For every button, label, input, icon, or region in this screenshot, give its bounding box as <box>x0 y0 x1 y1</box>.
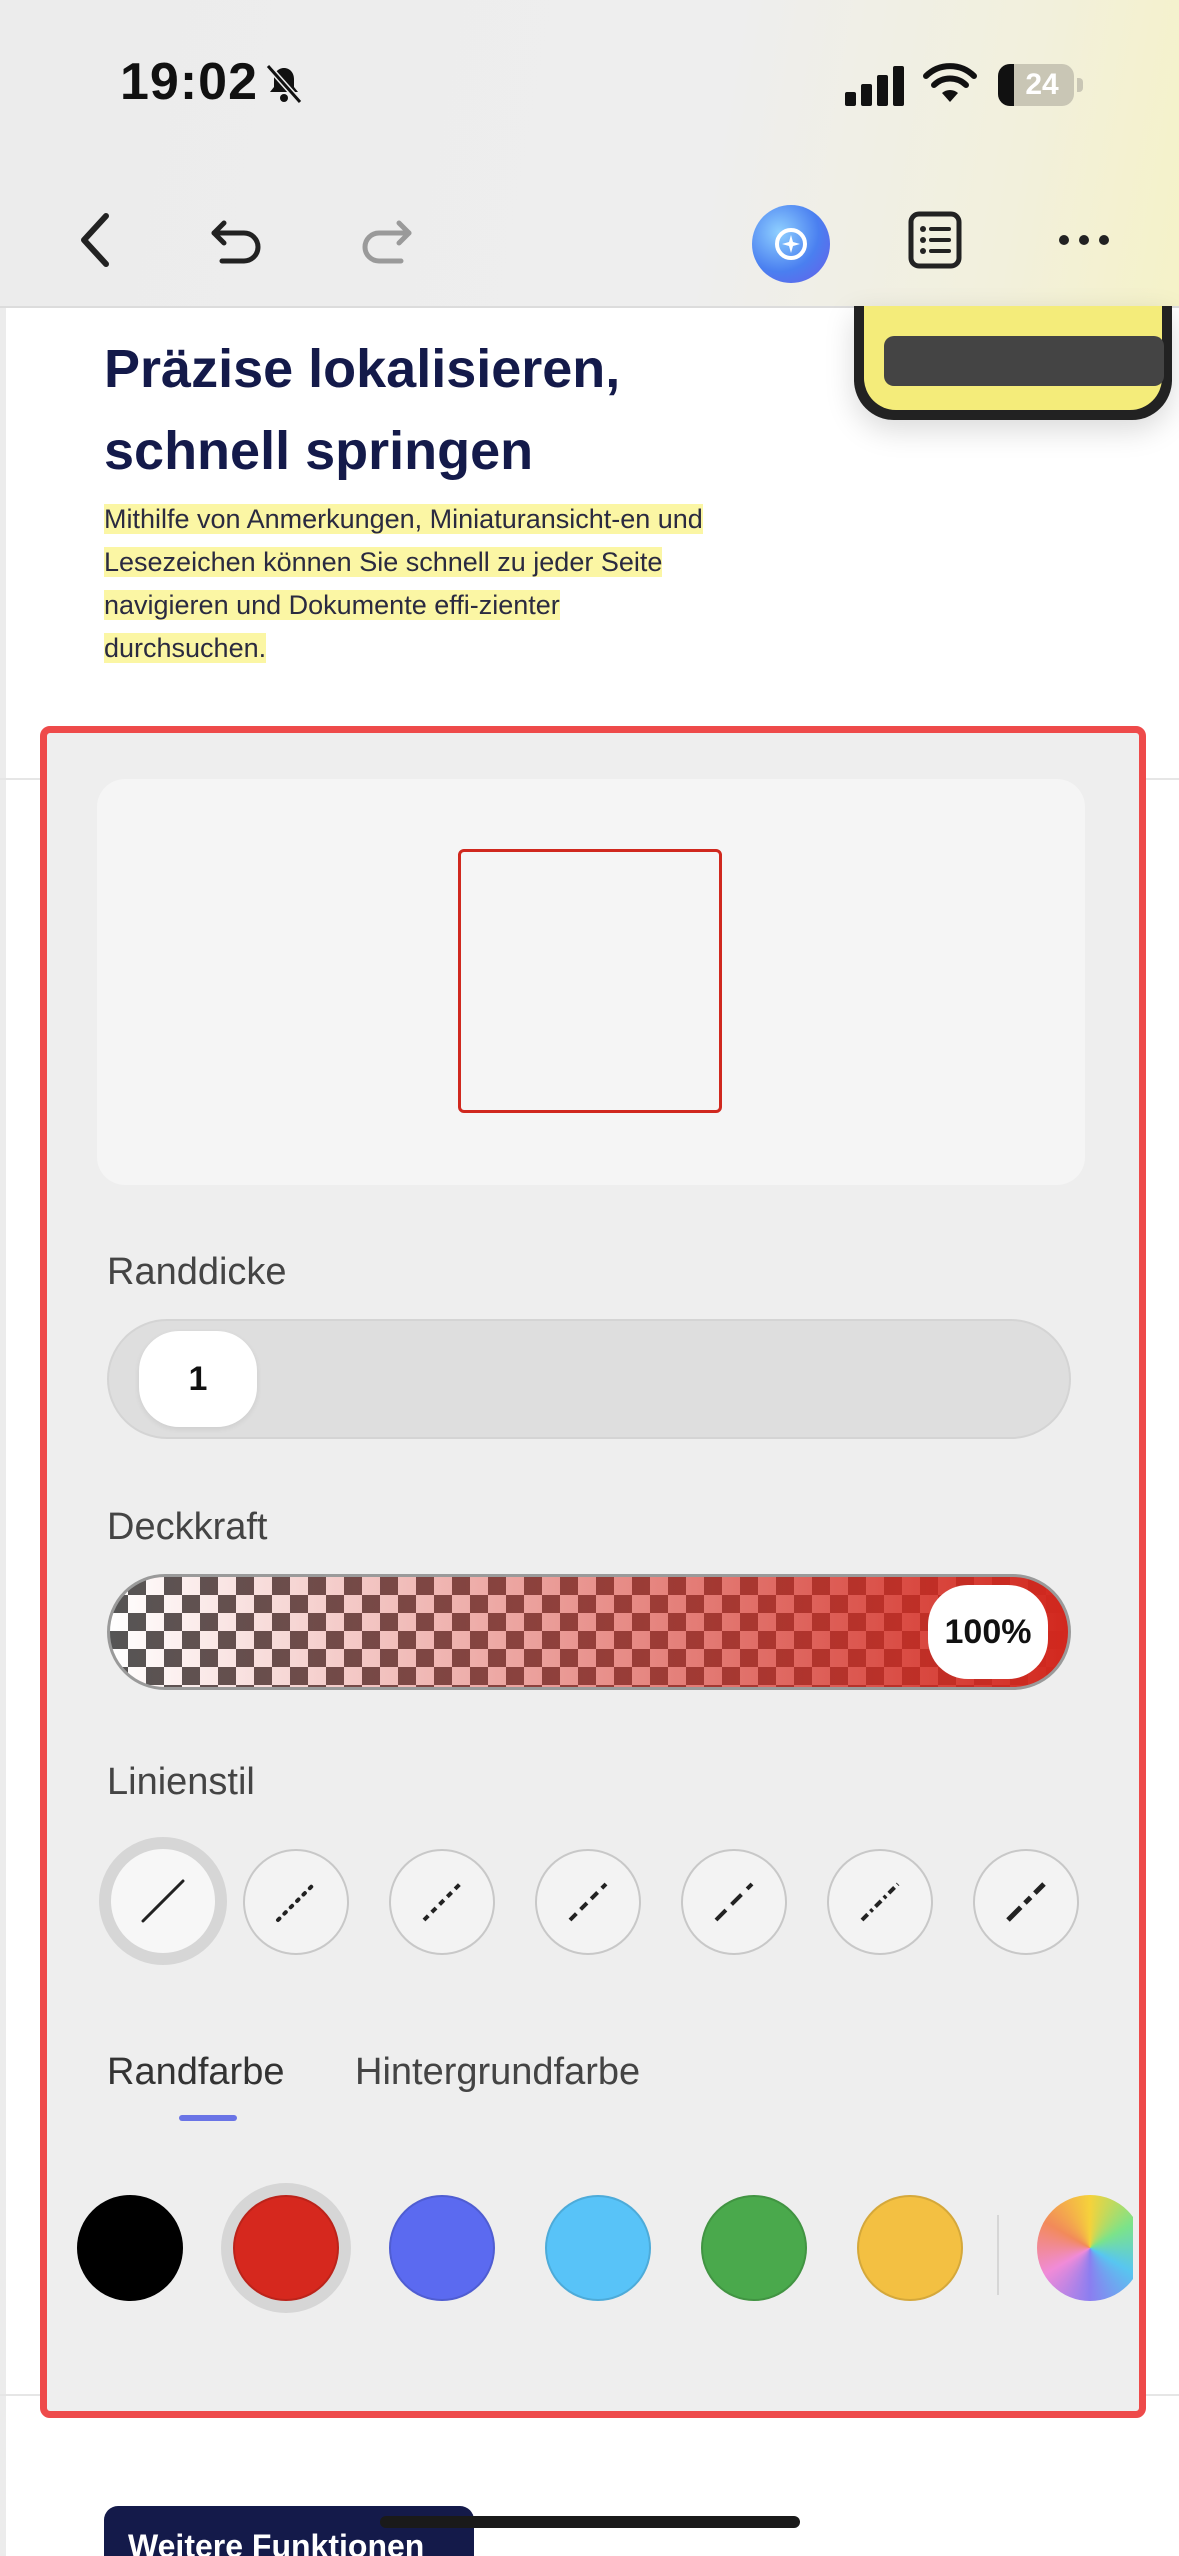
top-bar: 19:02 24 <box>0 0 1179 308</box>
outline-list-icon <box>908 211 962 269</box>
battery-level: 24 <box>1025 68 1059 101</box>
line-style-dotted[interactable] <box>243 1849 349 1955</box>
shape-preview <box>97 779 1085 1185</box>
annotation-style-panel: Randdicke 1 Deckkraft 100% Linienstil Ra… <box>40 726 1146 2418</box>
color-picker-wheel-icon[interactable] <box>1037 2195 1133 2301</box>
home-indicator <box>380 2516 800 2528</box>
opacity-slider[interactable]: 100% <box>107 1574 1071 1690</box>
chevron-left-icon <box>81 213 109 267</box>
line-style-dashed-medium[interactable] <box>535 1849 641 1955</box>
highlighted-text: Mithilfe von Anmerkungen, Miniaturansich… <box>104 504 703 663</box>
bell-slash-icon <box>265 64 303 104</box>
line-style-dashed-long[interactable] <box>681 1849 787 1955</box>
line-dashed-short-icon <box>422 1882 462 1922</box>
color-swatch-light-blue[interactable] <box>545 2195 651 2301</box>
color-swatch-blue[interactable] <box>389 2195 495 2301</box>
line-style-solid[interactable] <box>99 1837 227 1965</box>
ai-assistant-icon <box>775 228 807 260</box>
active-tab-indicator <box>179 2115 237 2121</box>
line-style-dashed-short[interactable] <box>389 1849 495 1955</box>
redo-button[interactable] <box>345 200 425 280</box>
color-swatch-green[interactable] <box>701 2195 807 2301</box>
document-paragraph: Mithilfe von Anmerkungen, Miniaturansich… <box>104 498 704 670</box>
color-separator <box>997 2215 999 2295</box>
page-edge <box>0 308 6 2556</box>
redo-icon <box>362 220 412 264</box>
color-swatch-yellow[interactable] <box>857 2195 963 2301</box>
more-features-button[interactable]: Weitere Funktionen <box>104 2506 474 2556</box>
outline-button[interactable] <box>895 200 975 280</box>
undo-icon <box>211 220 261 264</box>
cellular-signal-icon <box>845 66 904 106</box>
line-dotted-icon <box>276 1882 316 1922</box>
undo-button[interactable] <box>198 200 278 280</box>
color-swatch-black[interactable] <box>77 2195 183 2301</box>
battery-icon: 24 <box>998 64 1074 106</box>
line-style-dash-dot[interactable] <box>827 1849 933 1955</box>
border-width-knob[interactable]: 1 <box>139 1331 257 1427</box>
line-dashed-long-icon <box>714 1882 754 1922</box>
back-button[interactable] <box>56 200 136 280</box>
border-width-slider[interactable]: 1 <box>107 1319 1071 1439</box>
line-solid-icon <box>141 1879 185 1923</box>
status-time: 19:02 <box>120 53 258 111</box>
color-swatches <box>47 2173 1147 2313</box>
line-dash-dot-icon <box>860 1882 900 1922</box>
line-dashed-medium-icon <box>568 1882 608 1922</box>
tab-background-color[interactable]: Hintergrundfarbe <box>355 2051 640 2094</box>
opacity-knob[interactable]: 100% <box>928 1585 1048 1679</box>
line-style-dash-long-gap[interactable] <box>973 1849 1079 1955</box>
line-style-options <box>89 1833 1099 1973</box>
line-style-label: Linienstil <box>107 1761 255 1803</box>
border-width-label: Randdicke <box>107 1251 287 1293</box>
opacity-label: Deckkraft <box>107 1506 268 1548</box>
more-button[interactable] <box>1044 200 1124 280</box>
line-dash-long-gap-icon <box>1006 1882 1046 1922</box>
tab-border-color[interactable]: Randfarbe <box>107 2051 284 2094</box>
color-swatch-red[interactable] <box>233 2195 339 2301</box>
ai-assistant-button[interactable] <box>752 205 830 283</box>
preview-rectangle <box>458 849 722 1113</box>
battery-tip <box>1077 78 1083 92</box>
more-icon <box>1059 235 1109 245</box>
phone-mockup-image <box>854 306 1172 420</box>
document-heading: Präzise lokalisieren, schnell springen <box>104 339 621 481</box>
wifi-icon <box>923 63 977 102</box>
